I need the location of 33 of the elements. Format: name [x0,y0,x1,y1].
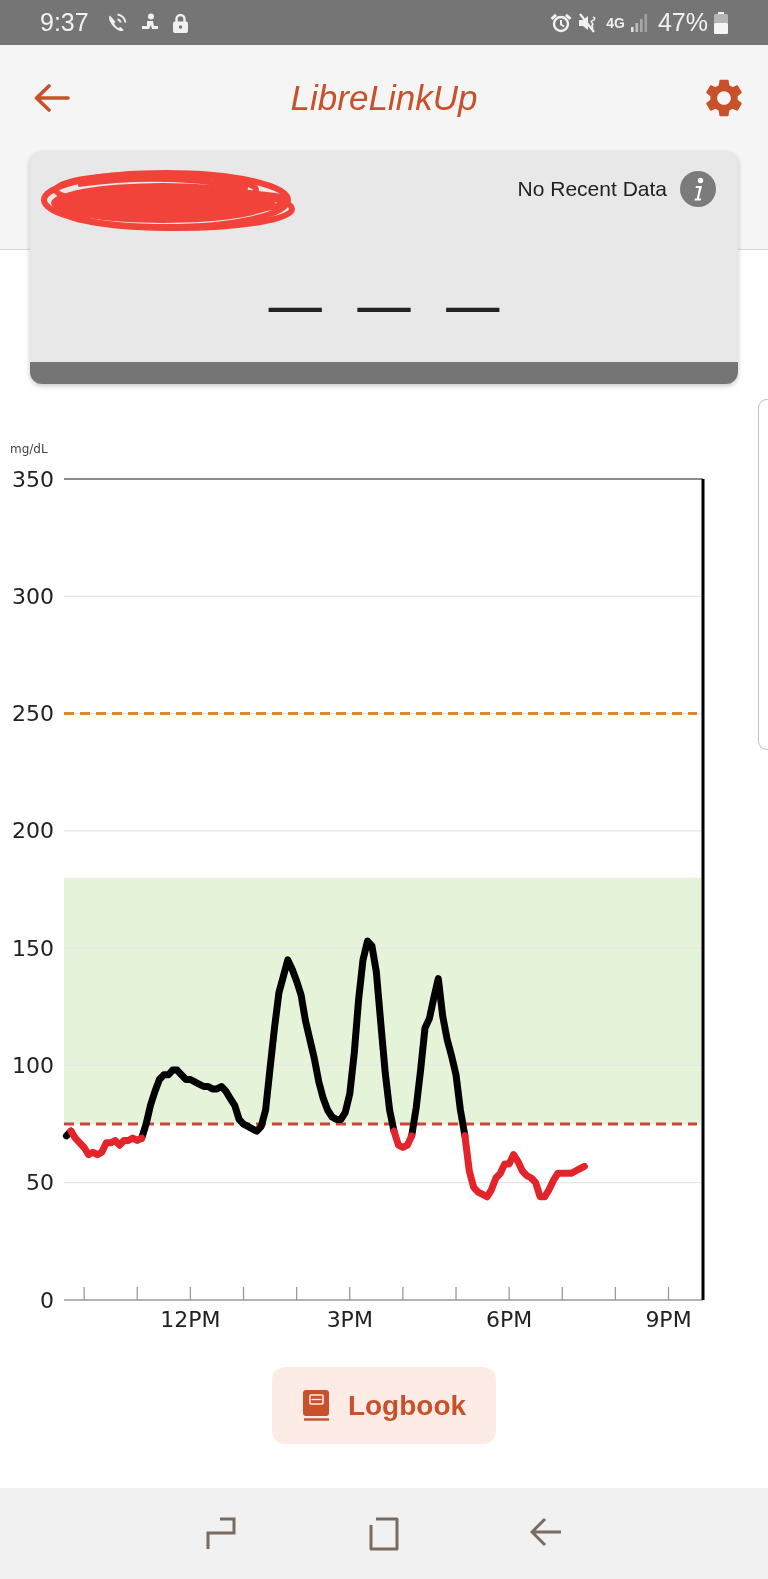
y-tick-label: 0 [40,1287,54,1313]
alarm-icon [550,12,573,33]
x-tick-label: 6PM [486,1306,533,1332]
battery-percent: 47% [657,8,708,37]
recent-apps-icon[interactable] [205,1516,236,1551]
home-icon[interactable] [367,1516,399,1551]
back-arrow-icon[interactable] [33,84,70,112]
y-tick-label: 200 [12,818,54,844]
logbook-button[interactable]: Logbook [271,1367,497,1444]
y-tick-label: 100 [12,1052,54,1078]
y-tick-label: 50 [26,1170,54,1196]
status-time: 9:37 [40,8,89,37]
battery-icon [714,11,728,34]
y-tick-label: 150 [12,935,54,961]
glucose-reading: — — — [265,276,503,335]
network-type-label: 4G [606,14,625,31]
info-icon[interactable] [680,171,716,207]
y-tick-label: 250 [12,701,54,727]
app-title: LibreLinkUp [290,78,478,118]
y-tick-label: 300 [12,583,54,609]
x-tick-label: 9PM [645,1306,692,1332]
patient-card[interactable]: No Recent Data — — — [30,151,738,384]
no-data-status: No Recent Data [517,177,667,201]
signal-icon [630,13,648,32]
y-tick-label: 350 [12,466,54,492]
settings-icon[interactable] [706,79,742,117]
lock-icon [172,12,188,33]
x-tick-label: 3PM [326,1306,373,1332]
x-tick-label: 12PM [160,1306,221,1332]
book-icon [302,1390,329,1421]
edge-panel-handle[interactable] [758,399,768,750]
unit-label: mg/dL [10,442,48,456]
wifi-calling-icon [106,12,127,33]
